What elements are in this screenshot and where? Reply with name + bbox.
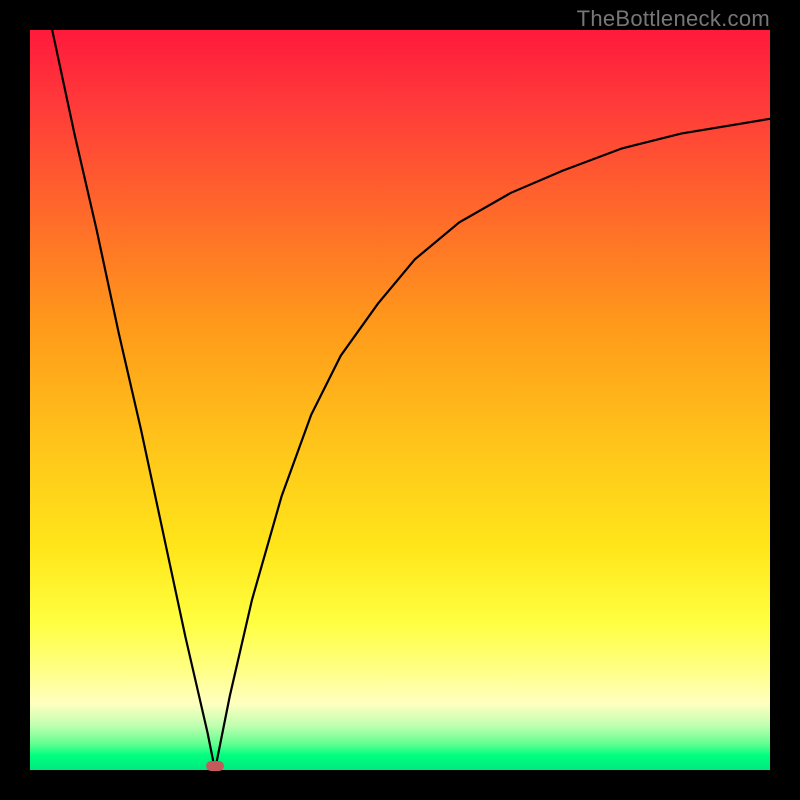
curve-left-branch <box>52 30 215 770</box>
curve-right-branch <box>215 119 770 770</box>
minimum-marker <box>206 761 224 771</box>
bottleneck-curve <box>30 30 770 770</box>
watermark-text: TheBottleneck.com <box>577 6 770 32</box>
plot-area <box>30 30 770 770</box>
chart-frame: TheBottleneck.com <box>0 0 800 800</box>
